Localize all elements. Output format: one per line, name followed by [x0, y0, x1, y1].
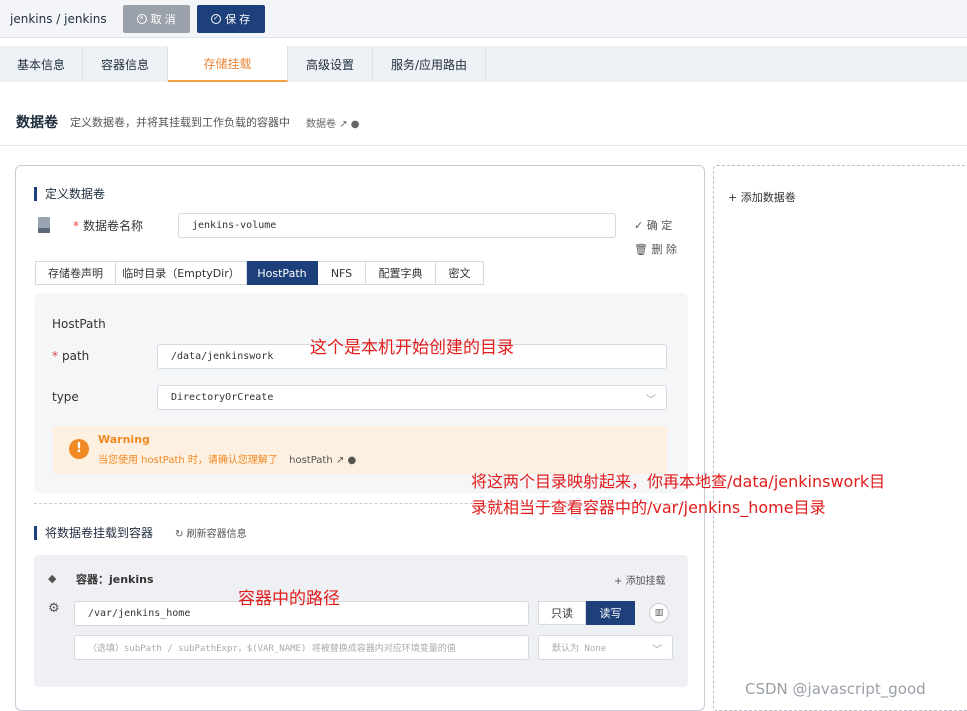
vtab-configmap[interactable]: 配置字典 — [366, 261, 436, 285]
annotation-local-dir: 这个是本机开始创建的目录 — [310, 338, 514, 358]
plus-icon: + — [728, 191, 741, 204]
warning-text: 当您使用 hostPath 时，请确认您理解了 hostPath ↗ ● — [98, 451, 356, 466]
hostpath-panel: HostPath * path /data/jenkinswork type Di… — [34, 293, 688, 493]
volume-name-input[interactable]: jenkins-volume — [178, 213, 616, 238]
save-label: 保 存 — [225, 13, 251, 26]
vtab-secret[interactable]: 密文 — [436, 261, 484, 285]
section-description: 定义数据卷，并将其挂载到工作负载的容器中 — [70, 116, 290, 129]
refresh-button[interactable]: ↻ 刷新容器信息 — [175, 525, 247, 540]
volume-card: 定义数据卷 * 数据卷名称 jenkins-volume ✓ 确 定 🗑 删 除 … — [15, 165, 705, 711]
add-volume-card[interactable]: + 添加数据卷 — [713, 165, 967, 711]
add-mount-button[interactable]: + 添加挂载 — [614, 572, 666, 587]
propagation-placeholder: 默认为 None — [552, 644, 607, 654]
warning-text-body: 当您使用 hostPath 时，请确认您理解了 — [98, 455, 278, 466]
heading-bar — [34, 525, 37, 540]
define-volume-heading: 定义数据卷 — [34, 185, 105, 202]
help-icon[interactable]: ● — [351, 119, 360, 130]
readonly-option[interactable]: 只读 — [538, 601, 586, 625]
annotation-container-path: 容器中的路径 — [238, 589, 340, 609]
hostpath-doc-link[interactable]: hostPath ↗ ● — [289, 455, 356, 466]
tab-advanced-settings[interactable]: 高级设置 — [288, 46, 373, 82]
cancel-label: 取 消 — [150, 13, 176, 26]
plus-icon: + — [614, 576, 626, 587]
path-label-text: path — [62, 349, 90, 363]
delete-mount-button[interactable]: ▥ — [649, 603, 669, 623]
chevron-down-icon: ﹀ — [646, 395, 656, 406]
tab-storage-mount[interactable]: 存储挂载 — [168, 46, 288, 82]
cancel-circle-icon: × — [136, 13, 147, 24]
chevron-down-icon: ﹀ — [652, 645, 662, 656]
container-name: jenkins — [109, 573, 154, 586]
required-mark: * — [52, 349, 58, 363]
check-circle-icon: ✓ — [211, 13, 222, 24]
gear-icon: ⚙ — [48, 601, 60, 616]
tab-bar: 基本信息 容器信息 存储挂载 高级设置 服务/应用路由 — [0, 46, 967, 82]
subpath-input[interactable]: （选填）subPath / subPathExpr，$(VAR_NAME) 将被… — [74, 635, 529, 660]
top-bar: jenkins / jenkins × 取 消 ✓ 保 存 — [0, 0, 967, 38]
container-panel: ◆ 容器：jenkins + 添加挂载 ⚙ /var/jenkins_home … — [34, 555, 688, 687]
readwrite-option[interactable]: 读写 — [586, 601, 635, 625]
trash-icon: ▥ — [654, 608, 664, 618]
delete-label: 删 除 — [651, 243, 677, 256]
volume-type-tabs: 存储卷声明 临时目录（EmptyDir） HostPath NFS 配置字典 密… — [35, 261, 484, 285]
vtab-emptydir[interactable]: 临时目录（EmptyDir） — [116, 261, 247, 285]
vtab-pvc[interactable]: 存储卷声明 — [35, 261, 116, 285]
trash-icon: 🗑 — [634, 243, 652, 256]
breadcrumb[interactable]: jenkins / jenkins — [10, 12, 107, 26]
annotation-mapping: 将这两个目录映射起来，你再本地查/data/jenkinswork目 录就相当于… — [471, 469, 967, 521]
check-icon: ✓ — [634, 219, 647, 232]
tab-basic-info[interactable]: 基本信息 — [0, 46, 83, 82]
disk-icon — [38, 217, 50, 233]
tab-container-info[interactable]: 容器信息 — [83, 46, 168, 82]
confirm-button[interactable]: ✓ 确 定 — [634, 217, 672, 233]
mount-title: 将数据卷挂载到容器 — [45, 526, 154, 540]
type-select[interactable]: DirectoryOrCreate ﹀ — [157, 385, 667, 410]
path-label: * path — [52, 349, 89, 363]
annotation-mapping-line1: 将这两个目录映射起来，你再本地查/data/jenkinswork目 — [471, 472, 886, 491]
doc-link-label: 数据卷 — [306, 118, 336, 130]
delete-button[interactable]: 🗑 删 除 — [634, 241, 677, 257]
volume-name-label: * 数据卷名称 — [73, 217, 143, 234]
hostpath-title: HostPath — [52, 317, 106, 331]
mount-heading: 将数据卷挂载到容器 ↻ 刷新容器信息 — [34, 524, 247, 541]
vtab-nfs[interactable]: NFS — [318, 261, 366, 285]
section-title: 数据卷 — [16, 115, 58, 131]
add-volume-button[interactable]: + 添加数据卷 — [728, 189, 796, 205]
section-header: 数据卷 定义数据卷，并将其挂载到工作负载的容器中 数据卷 ↗ ● — [16, 112, 360, 132]
volume-name-label-text: 数据卷名称 — [83, 219, 144, 233]
container-heading: 容器：jenkins — [76, 571, 154, 587]
cancel-button[interactable]: × 取 消 — [122, 4, 190, 33]
define-volume-title: 定义数据卷 — [45, 187, 106, 201]
doc-link[interactable]: 数据卷 ↗ ● — [306, 115, 360, 130]
docker-icon: ◆ — [48, 572, 57, 585]
save-button[interactable]: ✓ 保 存 — [196, 4, 265, 33]
tab-service-routing[interactable]: 服务/应用路由 — [373, 46, 486, 82]
refresh-icon: ↻ — [175, 529, 187, 540]
container-label: 容器： — [76, 573, 109, 586]
refresh-label: 刷新容器信息 — [186, 529, 247, 540]
warning-title: Warning — [98, 433, 150, 446]
vtab-hostpath[interactable]: HostPath — [247, 261, 318, 285]
warning-box: ! Warning 当您使用 hostPath 时，请确认您理解了 hostPa… — [53, 426, 667, 474]
annotation-mapping-line2: 录就相当于查看容器中的/var/jenkins_home目录 — [471, 498, 826, 517]
help-icon[interactable]: ● — [347, 455, 356, 466]
external-link-icon: ↗ — [339, 118, 348, 130]
hostpath-doc-link-label: hostPath — [289, 455, 333, 466]
add-volume-label: 添加数据卷 — [740, 191, 796, 204]
type-label: type — [52, 390, 79, 404]
warning-icon: ! — [69, 439, 89, 459]
heading-bar — [34, 186, 37, 201]
section-divider — [0, 145, 967, 146]
propagation-select[interactable]: 默认为 None ﹀ — [538, 635, 673, 660]
confirm-label: 确 定 — [646, 219, 673, 232]
type-select-value: DirectoryOrCreate — [171, 392, 274, 403]
watermark: CSDN @javascript_good — [745, 680, 926, 698]
external-link-icon: ↗ — [335, 455, 345, 466]
add-mount-label: 添加挂载 — [625, 576, 666, 587]
required-mark: * — [73, 219, 79, 233]
